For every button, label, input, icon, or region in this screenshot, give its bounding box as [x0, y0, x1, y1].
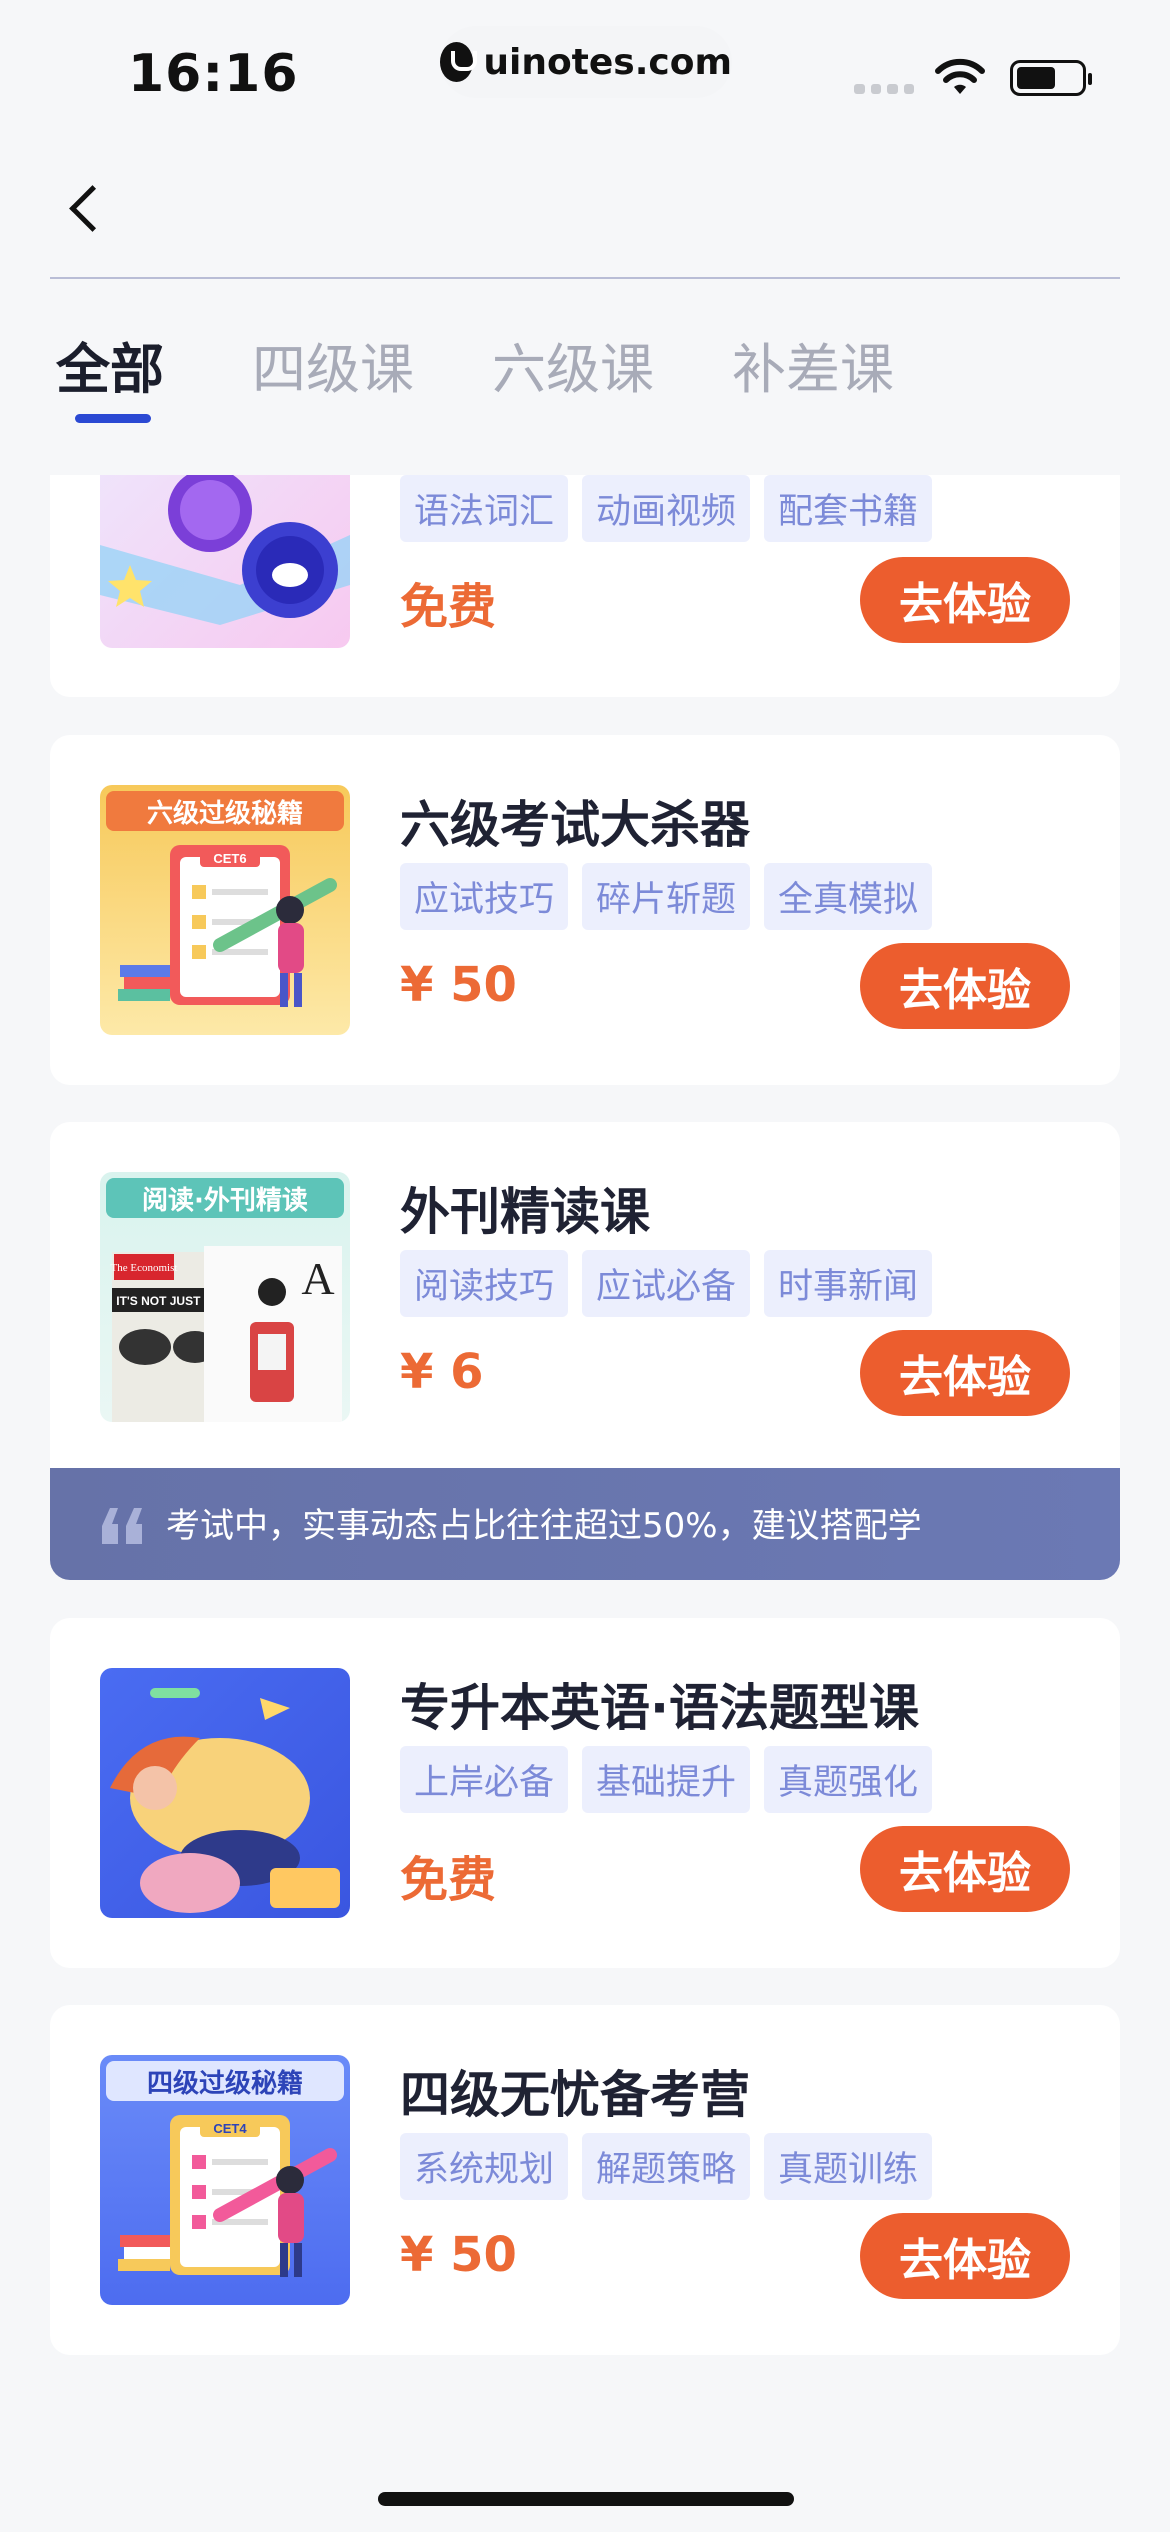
status-time: 16:16	[128, 44, 299, 104]
course-thumbnail: 四级过级秘籍 CET4	[100, 2055, 350, 2305]
quote-icon	[102, 1508, 142, 1544]
course-tags: 应试技巧 碎片斩题 全真模拟	[400, 863, 933, 930]
course-tag: 阅读技巧	[400, 1250, 569, 1317]
course-price: ¥ 6	[400, 1344, 484, 1400]
try-button[interactable]: 去体验	[860, 2213, 1070, 2299]
course-tag: 系统规划	[400, 2133, 569, 2200]
course-tag: 碎片斩题	[582, 863, 751, 930]
thumbnail-magazine-name: The Economist	[111, 1262, 178, 1274]
tab-indicator	[75, 414, 151, 423]
site-logo-icon	[440, 42, 478, 82]
course-tag: 真题训练	[764, 2133, 933, 2200]
thumbnail-cet-label: CET4	[213, 2121, 247, 2136]
tab-cet4[interactable]: 四级课	[252, 325, 414, 404]
course-tags: 系统规划 解题策略 真题训练	[400, 2133, 933, 2200]
back-button[interactable]	[60, 180, 120, 240]
url-pill: uinotes.com	[440, 26, 732, 98]
course-tag: 动画视频	[582, 475, 751, 542]
thumbnail-cet-label: CET6	[213, 851, 246, 866]
course-price: ¥ 50	[400, 957, 517, 1013]
course-tags: 上岸必备 基础提升 真题强化	[400, 1746, 933, 1813]
cellular-signal-icon	[854, 84, 914, 96]
course-tag: 应试技巧	[400, 863, 569, 930]
course-tag: 解题策略	[582, 2133, 751, 2200]
course-title: 专升本英语·语法题型课	[400, 1679, 919, 1737]
try-button[interactable]: 去体验	[860, 1826, 1070, 1912]
try-button[interactable]: 去体验	[860, 557, 1070, 643]
course-price: ¥ 50	[400, 2227, 517, 2283]
course-tag: 上岸必备	[400, 1746, 569, 1813]
course-price: 免费	[400, 579, 497, 635]
course-card[interactable]: 阅读·外刊精读 The Economist IT'S NOT JUST IN A…	[50, 1122, 1120, 1468]
try-button[interactable]: 去体验	[860, 943, 1070, 1029]
course-tag: 时事新闻	[764, 1250, 933, 1317]
course-tag: 语法词汇	[400, 475, 569, 542]
home-indicator[interactable]	[378, 2492, 794, 2506]
course-tag: 真题强化	[764, 1746, 933, 1813]
course-tag: 全真模拟	[764, 863, 933, 930]
course-thumbnail	[100, 1668, 350, 1918]
tab-all[interactable]: 全部	[56, 325, 164, 404]
course-price: 免费	[400, 1852, 497, 1908]
course-thumbnail: 阅读·外刊精读 The Economist IT'S NOT JUST IN A	[100, 1172, 350, 1422]
course-card[interactable]: 四级过级秘籍 CET4 四级无忧备考营 系统规划 解题策略 真题训练 ¥ 50 …	[50, 2005, 1120, 2355]
battery-icon	[1010, 60, 1092, 96]
recommendation-banner[interactable]: 考试中，实事动态占比往往超过50%，建议搭配学	[50, 1468, 1120, 1580]
status-bar: 16:16 uinotes.com	[0, 0, 1170, 140]
course-title: 四级无忧备考营	[400, 2066, 750, 2124]
wifi-icon	[935, 58, 985, 94]
nav-divider	[50, 277, 1120, 279]
course-title: 六级考试大杀器	[400, 796, 750, 854]
course-card[interactable]: 语法词汇 动画视频 配套书籍 免费 去体验	[50, 475, 1120, 697]
course-card[interactable]: 专升本英语·语法题型课 上岸必备 基础提升 真题强化 免费 去体验	[50, 1618, 1120, 1968]
course-tags: 语法词汇 动画视频 配套书籍	[400, 475, 933, 542]
course-tag: 配套书籍	[764, 475, 933, 542]
tab-remedial[interactable]: 补差课	[732, 325, 894, 404]
banner-text: 考试中，实事动态占比往往超过50%，建议搭配学	[166, 1506, 922, 1546]
course-thumbnail: 六级过级秘籍 CET6	[100, 785, 350, 1035]
url-text: uinotes.com	[483, 41, 732, 83]
course-tags: 阅读技巧 应试必备 时事新闻	[400, 1250, 933, 1317]
thumbnail-cover-letter: A	[301, 1253, 334, 1304]
try-button[interactable]: 去体验	[860, 1330, 1070, 1416]
course-card[interactable]: 六级过级秘籍 CET6 六级考试大杀器 应试技巧 碎片斩题 全真模拟 ¥ 50 …	[50, 735, 1120, 1085]
thumbnail-headline: IT'S NOT JUST IN	[116, 1294, 216, 1308]
course-title: 外刊精读课	[400, 1183, 650, 1241]
tab-cet6[interactable]: 六级课	[492, 325, 654, 404]
course-tag: 基础提升	[582, 1746, 751, 1813]
course-tag: 应试必备	[582, 1250, 751, 1317]
course-thumbnail	[100, 475, 350, 648]
